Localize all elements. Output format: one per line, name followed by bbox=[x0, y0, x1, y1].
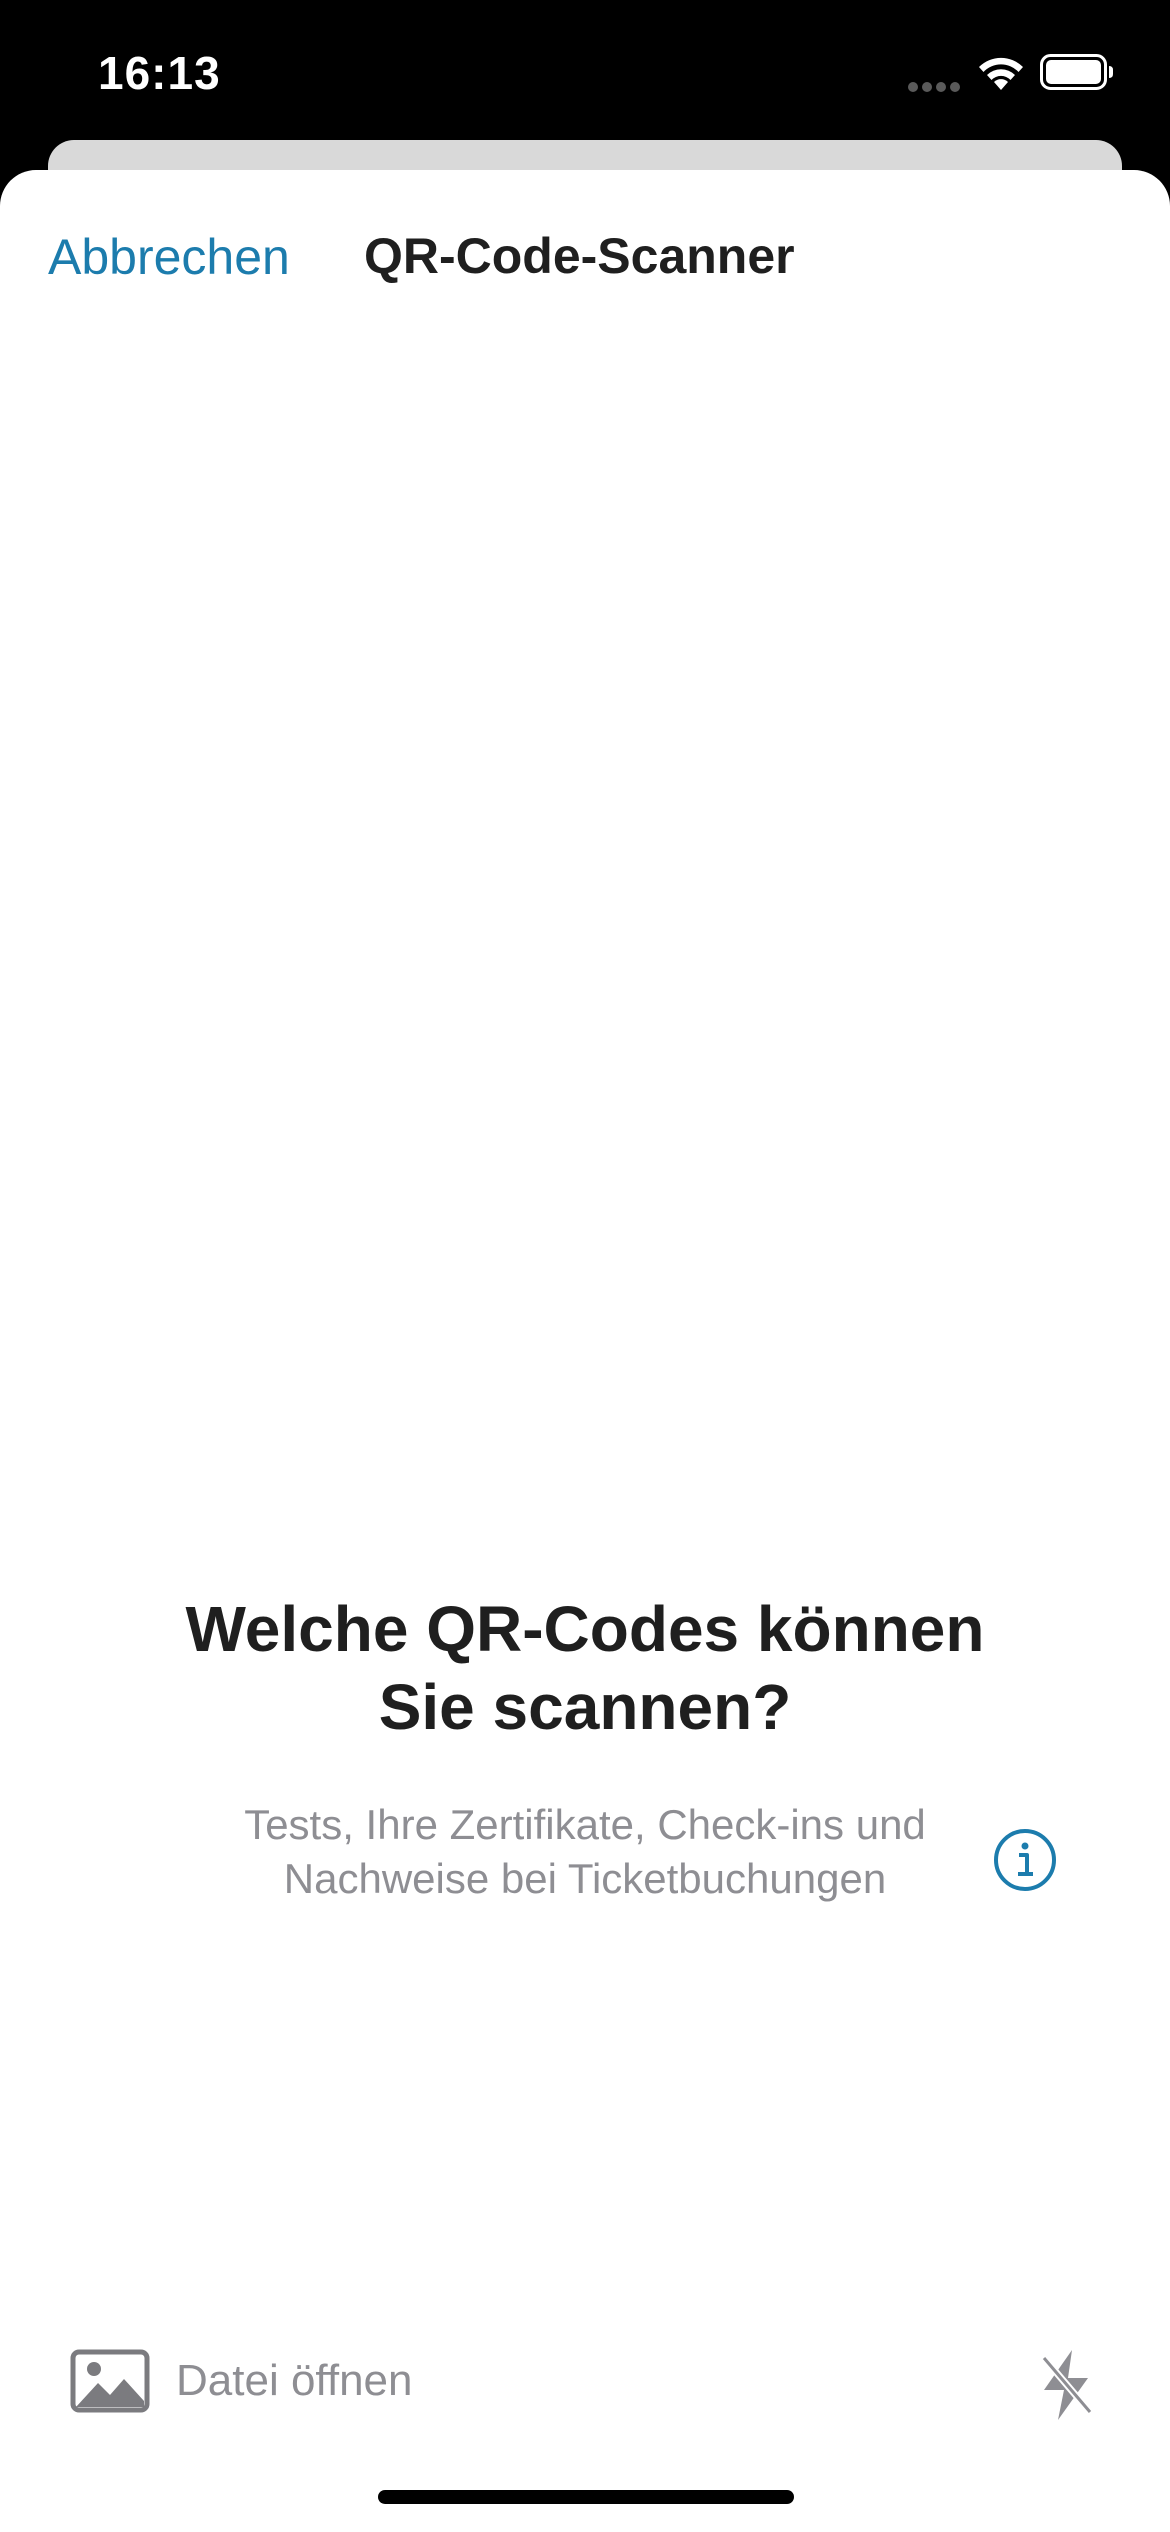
battery-icon bbox=[1040, 54, 1113, 90]
home-indicator bbox=[378, 2490, 794, 2504]
headline-line-2: Sie scannen? bbox=[378, 1671, 792, 1743]
cancel-button[interactable]: Abbrechen bbox=[48, 228, 290, 286]
status-time: 16:13 bbox=[98, 47, 221, 99]
headline-line-1: Welche QR-Codes können bbox=[185, 1593, 985, 1665]
status-bar: 16:13 bbox=[0, 0, 1170, 140]
flash-off-icon[interactable] bbox=[1036, 2346, 1096, 2424]
description-line-2: Nachweise bei Ticketbuchungen bbox=[283, 1855, 887, 1902]
image-icon bbox=[70, 2349, 150, 2413]
info-icon[interactable] bbox=[993, 1828, 1057, 1892]
scanner-sheet: Abbrechen QR-Code-Scanner Welche QR-Code… bbox=[0, 170, 1170, 2532]
open-file-label: Datei öffnen bbox=[176, 2356, 413, 2405]
description-line-1: Tests, Ihre Zertifikate, Check-ins und bbox=[244, 1801, 926, 1848]
wifi-icon bbox=[979, 57, 1023, 90]
description-text: Tests, Ihre Zertifikate, Check-ins und N… bbox=[185, 1798, 985, 1906]
signal-dots-icon bbox=[908, 82, 960, 92]
page-title: QR-Code-Scanner bbox=[364, 228, 795, 284]
headline: Welche QR-Codes können Sie scannen? bbox=[95, 1590, 1075, 1746]
open-file-button[interactable]: Datei öffnen bbox=[70, 2346, 412, 2416]
